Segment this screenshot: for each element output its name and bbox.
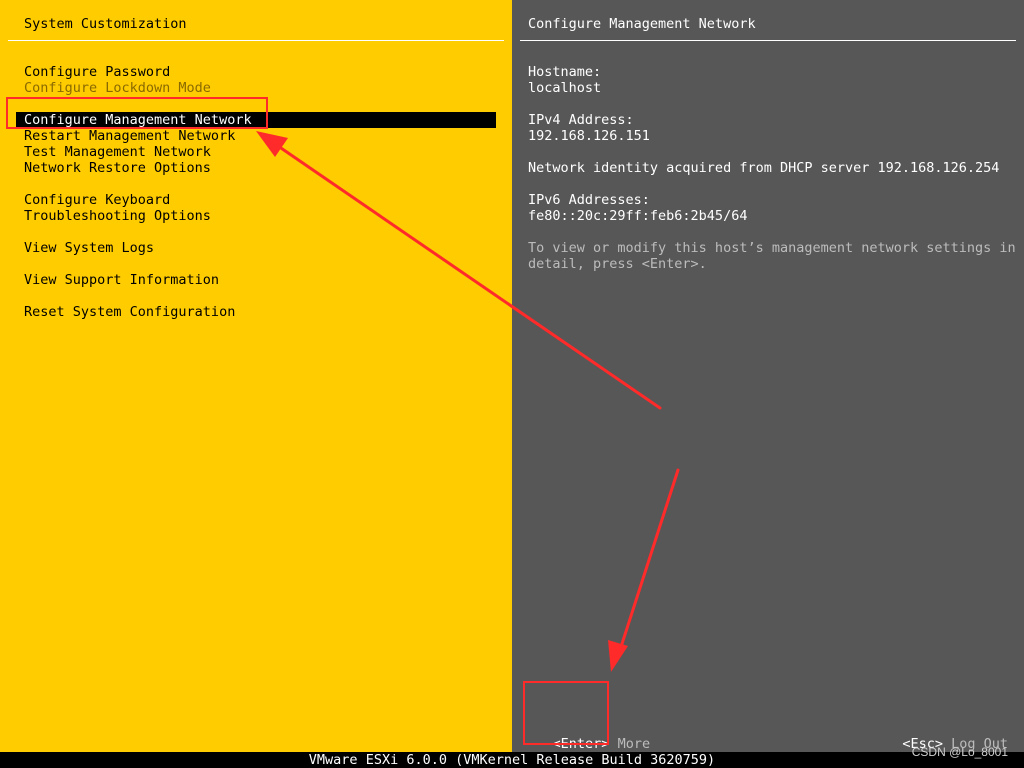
arrow-to-menu-item [256, 131, 662, 410]
arrow-to-enter-key [608, 468, 680, 672]
annotation-arrows [256, 131, 680, 672]
